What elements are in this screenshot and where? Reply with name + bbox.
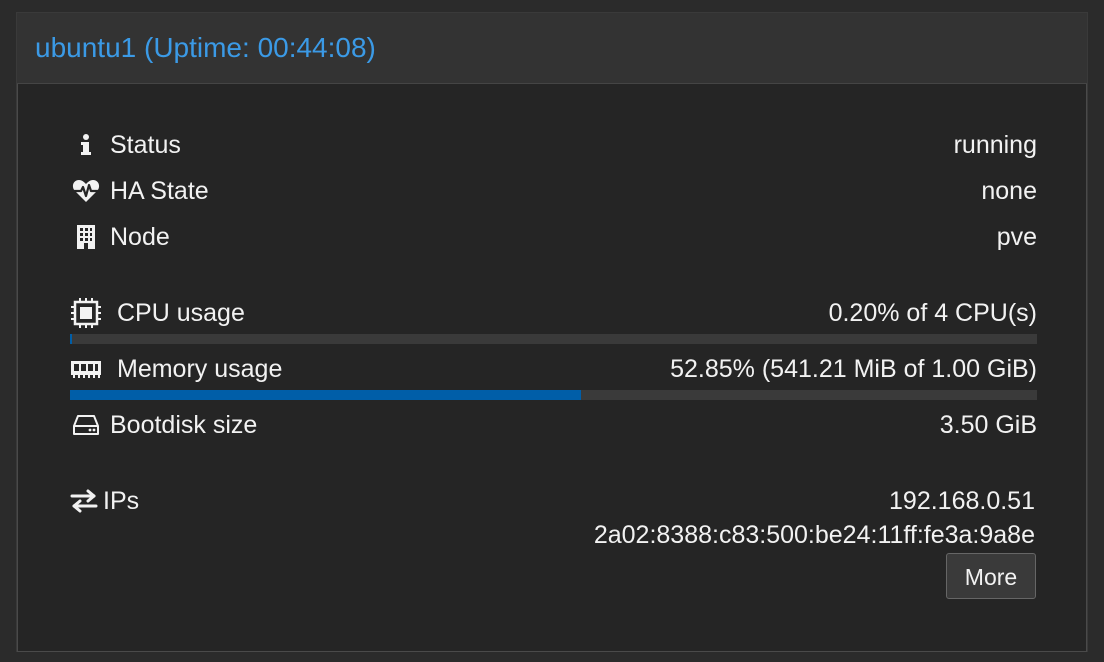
exchange-icon — [70, 484, 98, 518]
hdd-icon — [70, 408, 102, 442]
cpu-usage-value: 0.20% of 4 CPU(s) — [828, 299, 1037, 327]
status-label: Status — [110, 131, 181, 159]
ha-state-value: none — [981, 177, 1037, 205]
memory-usage-row: Memory usage 52.85% (541.21 MiB of 1.00 … — [70, 352, 1037, 386]
ipv4-address: 192.168.0.51 — [889, 487, 1035, 515]
bootdisk-size-row: Bootdisk size 3.50 GiB — [70, 408, 1037, 442]
memory-usage-bar — [70, 390, 1037, 400]
status-value: running — [953, 131, 1037, 159]
node-value: pve — [996, 223, 1037, 251]
info-icon — [70, 128, 102, 162]
cpu-usage-bar-fill — [70, 334, 72, 344]
memory-usage-label: Memory usage — [117, 355, 283, 383]
ha-state-label: HA State — [110, 177, 209, 205]
ips-label: IPs — [103, 487, 140, 515]
status-row: Status running — [70, 128, 1037, 162]
node-label: Node — [110, 223, 170, 251]
panel-title: ubuntu1 (Uptime: 00:44:08) — [35, 32, 376, 63]
guest-summary-panel: ubuntu1 (Uptime: 00:44:08) Status runnin… — [16, 12, 1088, 652]
cpu-usage-label: CPU usage — [117, 299, 245, 327]
heartbeat-icon — [70, 174, 102, 208]
cpu-usage-row: CPU usage 0.20% of 4 CPU(s) — [70, 296, 1037, 330]
node-row: Node pve — [70, 220, 1037, 254]
bootdisk-size-label: Bootdisk size — [110, 411, 258, 439]
memory-icon — [70, 352, 102, 386]
ipv6-address: 2a02:8388:c83:500:be24:11ff:fe3a:9a8e — [593, 521, 1035, 549]
cpu-chip-icon — [70, 296, 102, 330]
panel-body: Status running HA State none Node pve CP… — [17, 84, 1087, 652]
panel-header: ubuntu1 (Uptime: 00:44:08) — [17, 13, 1087, 84]
more-button[interactable]: More — [946, 553, 1036, 599]
ha-state-row: HA State none — [70, 174, 1037, 208]
memory-usage-value: 52.85% (541.21 MiB of 1.00 GiB) — [670, 355, 1037, 383]
memory-usage-bar-fill — [70, 390, 582, 400]
bootdisk-size-value: 3.50 GiB — [939, 411, 1037, 439]
building-icon — [70, 220, 102, 254]
cpu-usage-bar — [70, 334, 1037, 344]
